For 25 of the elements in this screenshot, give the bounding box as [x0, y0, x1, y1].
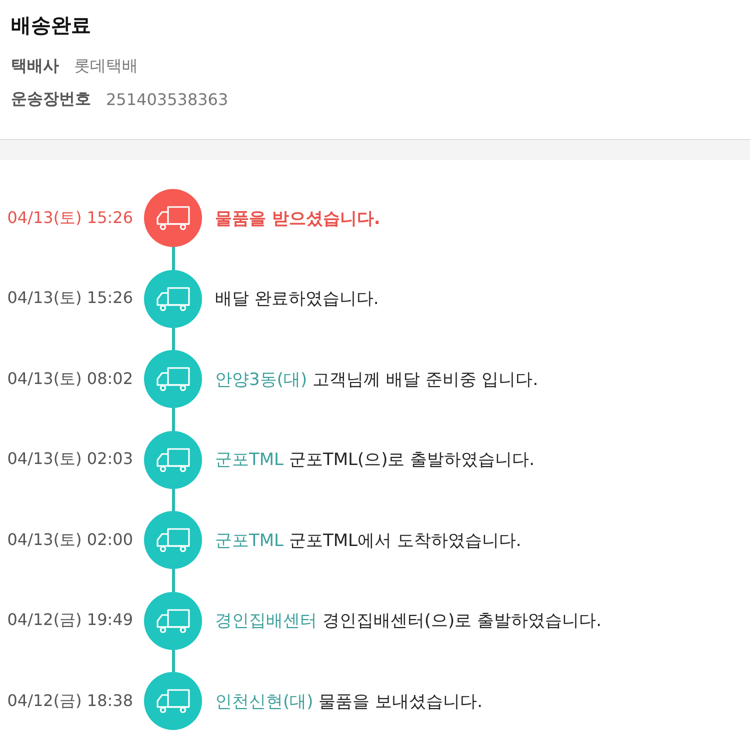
- event-time: 04/13(토) 15:26: [7, 208, 133, 228]
- event-time: 04/13(토) 15:26: [7, 288, 133, 309]
- event-message: 배달 완료하였습니다.: [215, 288, 379, 310]
- field-value: 롯데택배: [74, 56, 138, 77]
- timeline-connector: [172, 488, 174, 511]
- event-time: 04/13(토) 08:02: [7, 368, 133, 390]
- event-message: 물품을 받으셨습니다.: [215, 208, 380, 230]
- timeline-connector: [172, 328, 174, 350]
- event-time: 04/12(금) 18:38: [7, 690, 133, 712]
- event-message: 군포TML 군포TML에서 도착하였습니다.: [215, 530, 522, 552]
- timeline-connector: [172, 569, 174, 592]
- event-time: 04/12(금) 19:49: [7, 610, 133, 631]
- event-message: 군포TML 군포TML(으)로 출발하였습니다.: [215, 449, 535, 471]
- field-label: 택배사: [11, 56, 59, 77]
- event-time: 04/13(토) 02:03: [7, 449, 133, 470]
- field-value: 251403538363: [106, 90, 228, 109]
- page-title: 배송완료: [11, 12, 91, 39]
- field-label: 운송장번호: [11, 89, 91, 110]
- event-message: 안양3동(대) 고객님께 배달 준비중 입니다.: [215, 368, 538, 390]
- timeline-connector: [172, 650, 174, 672]
- event-message: 인천신현(대) 물품을 보내셨습니다.: [215, 690, 482, 712]
- timeline-connector: [172, 408, 174, 430]
- event-message: 경인집배센터 경인집배센터(으)로 출발하였습니다.: [215, 610, 602, 632]
- event-time: 04/13(토) 02:00: [7, 530, 133, 550]
- timeline-connector: [172, 247, 174, 270]
